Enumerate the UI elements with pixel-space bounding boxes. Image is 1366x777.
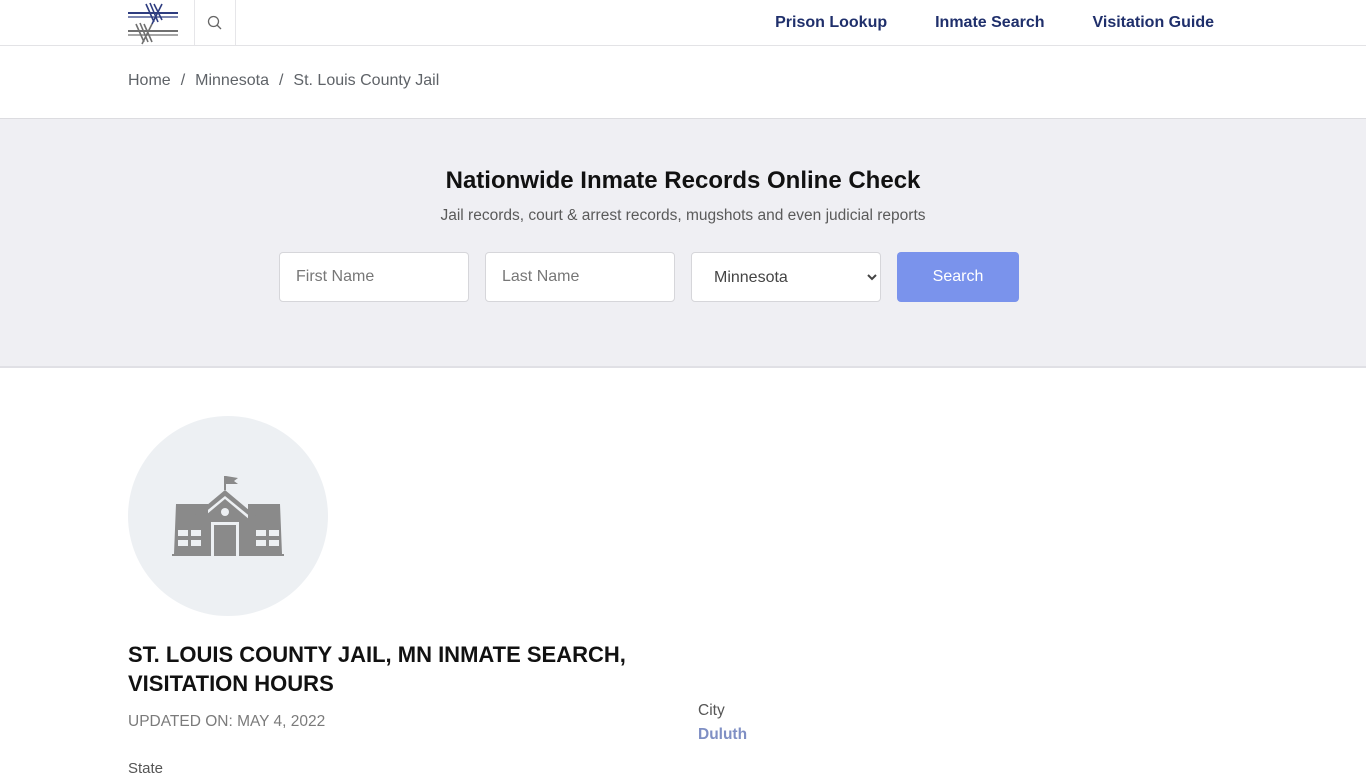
city-link[interactable]: Duluth bbox=[698, 726, 747, 744]
barbed-wire-logo-icon bbox=[128, 2, 178, 45]
facility-title: ST. LOUIS COUNTY JAIL, MN INMATE SEARCH,… bbox=[128, 642, 626, 696]
breadcrumb-bar: Home / Minnesota / St. Louis County Jail bbox=[0, 46, 1366, 119]
search-form: Minnesota Search bbox=[279, 252, 1019, 302]
nav-inmate-search[interactable]: Inmate Search bbox=[935, 14, 1044, 32]
breadcrumb-minnesota[interactable]: Minnesota bbox=[195, 72, 269, 90]
top-navbar: Prison Lookup Inmate Search Visitation G… bbox=[0, 0, 1366, 46]
breadcrumb-separator: / bbox=[278, 72, 284, 89]
site-logo[interactable] bbox=[128, 0, 180, 45]
last-name-input[interactable] bbox=[485, 252, 675, 302]
hero-title: Nationwide Inmate Records Online Check bbox=[445, 167, 921, 194]
breadcrumb-home[interactable]: Home bbox=[128, 72, 171, 90]
main-nav: Prison Lookup Inmate Search Visitation G… bbox=[775, 0, 1214, 45]
state-select[interactable]: Minnesota bbox=[691, 252, 881, 302]
building-icon bbox=[172, 476, 284, 556]
inmate-search-hero: Nationwide Inmate Records Online Check J… bbox=[0, 119, 1366, 368]
nav-prison-lookup[interactable]: Prison Lookup bbox=[775, 14, 887, 32]
city-label: City bbox=[698, 702, 725, 719]
nav-visitation-guide[interactable]: Visitation Guide bbox=[1093, 14, 1215, 32]
state-label: State bbox=[128, 760, 164, 777]
search-icon bbox=[207, 15, 222, 29]
updated-date: UPDATED ON: MAY 4, 2022 bbox=[128, 713, 326, 730]
facility-image bbox=[128, 416, 328, 616]
search-toggle-button[interactable] bbox=[194, 0, 236, 45]
breadcrumb-current: St. Louis County Jail bbox=[293, 72, 440, 89]
breadcrumb: Home / Minnesota / St. Louis County Jail bbox=[128, 72, 439, 90]
search-button[interactable]: Search bbox=[897, 252, 1019, 302]
hero-subtitle: Jail records, court & arrest records, mu… bbox=[440, 207, 926, 224]
breadcrumb-separator: / bbox=[180, 72, 186, 89]
first-name-input[interactable] bbox=[279, 252, 469, 302]
